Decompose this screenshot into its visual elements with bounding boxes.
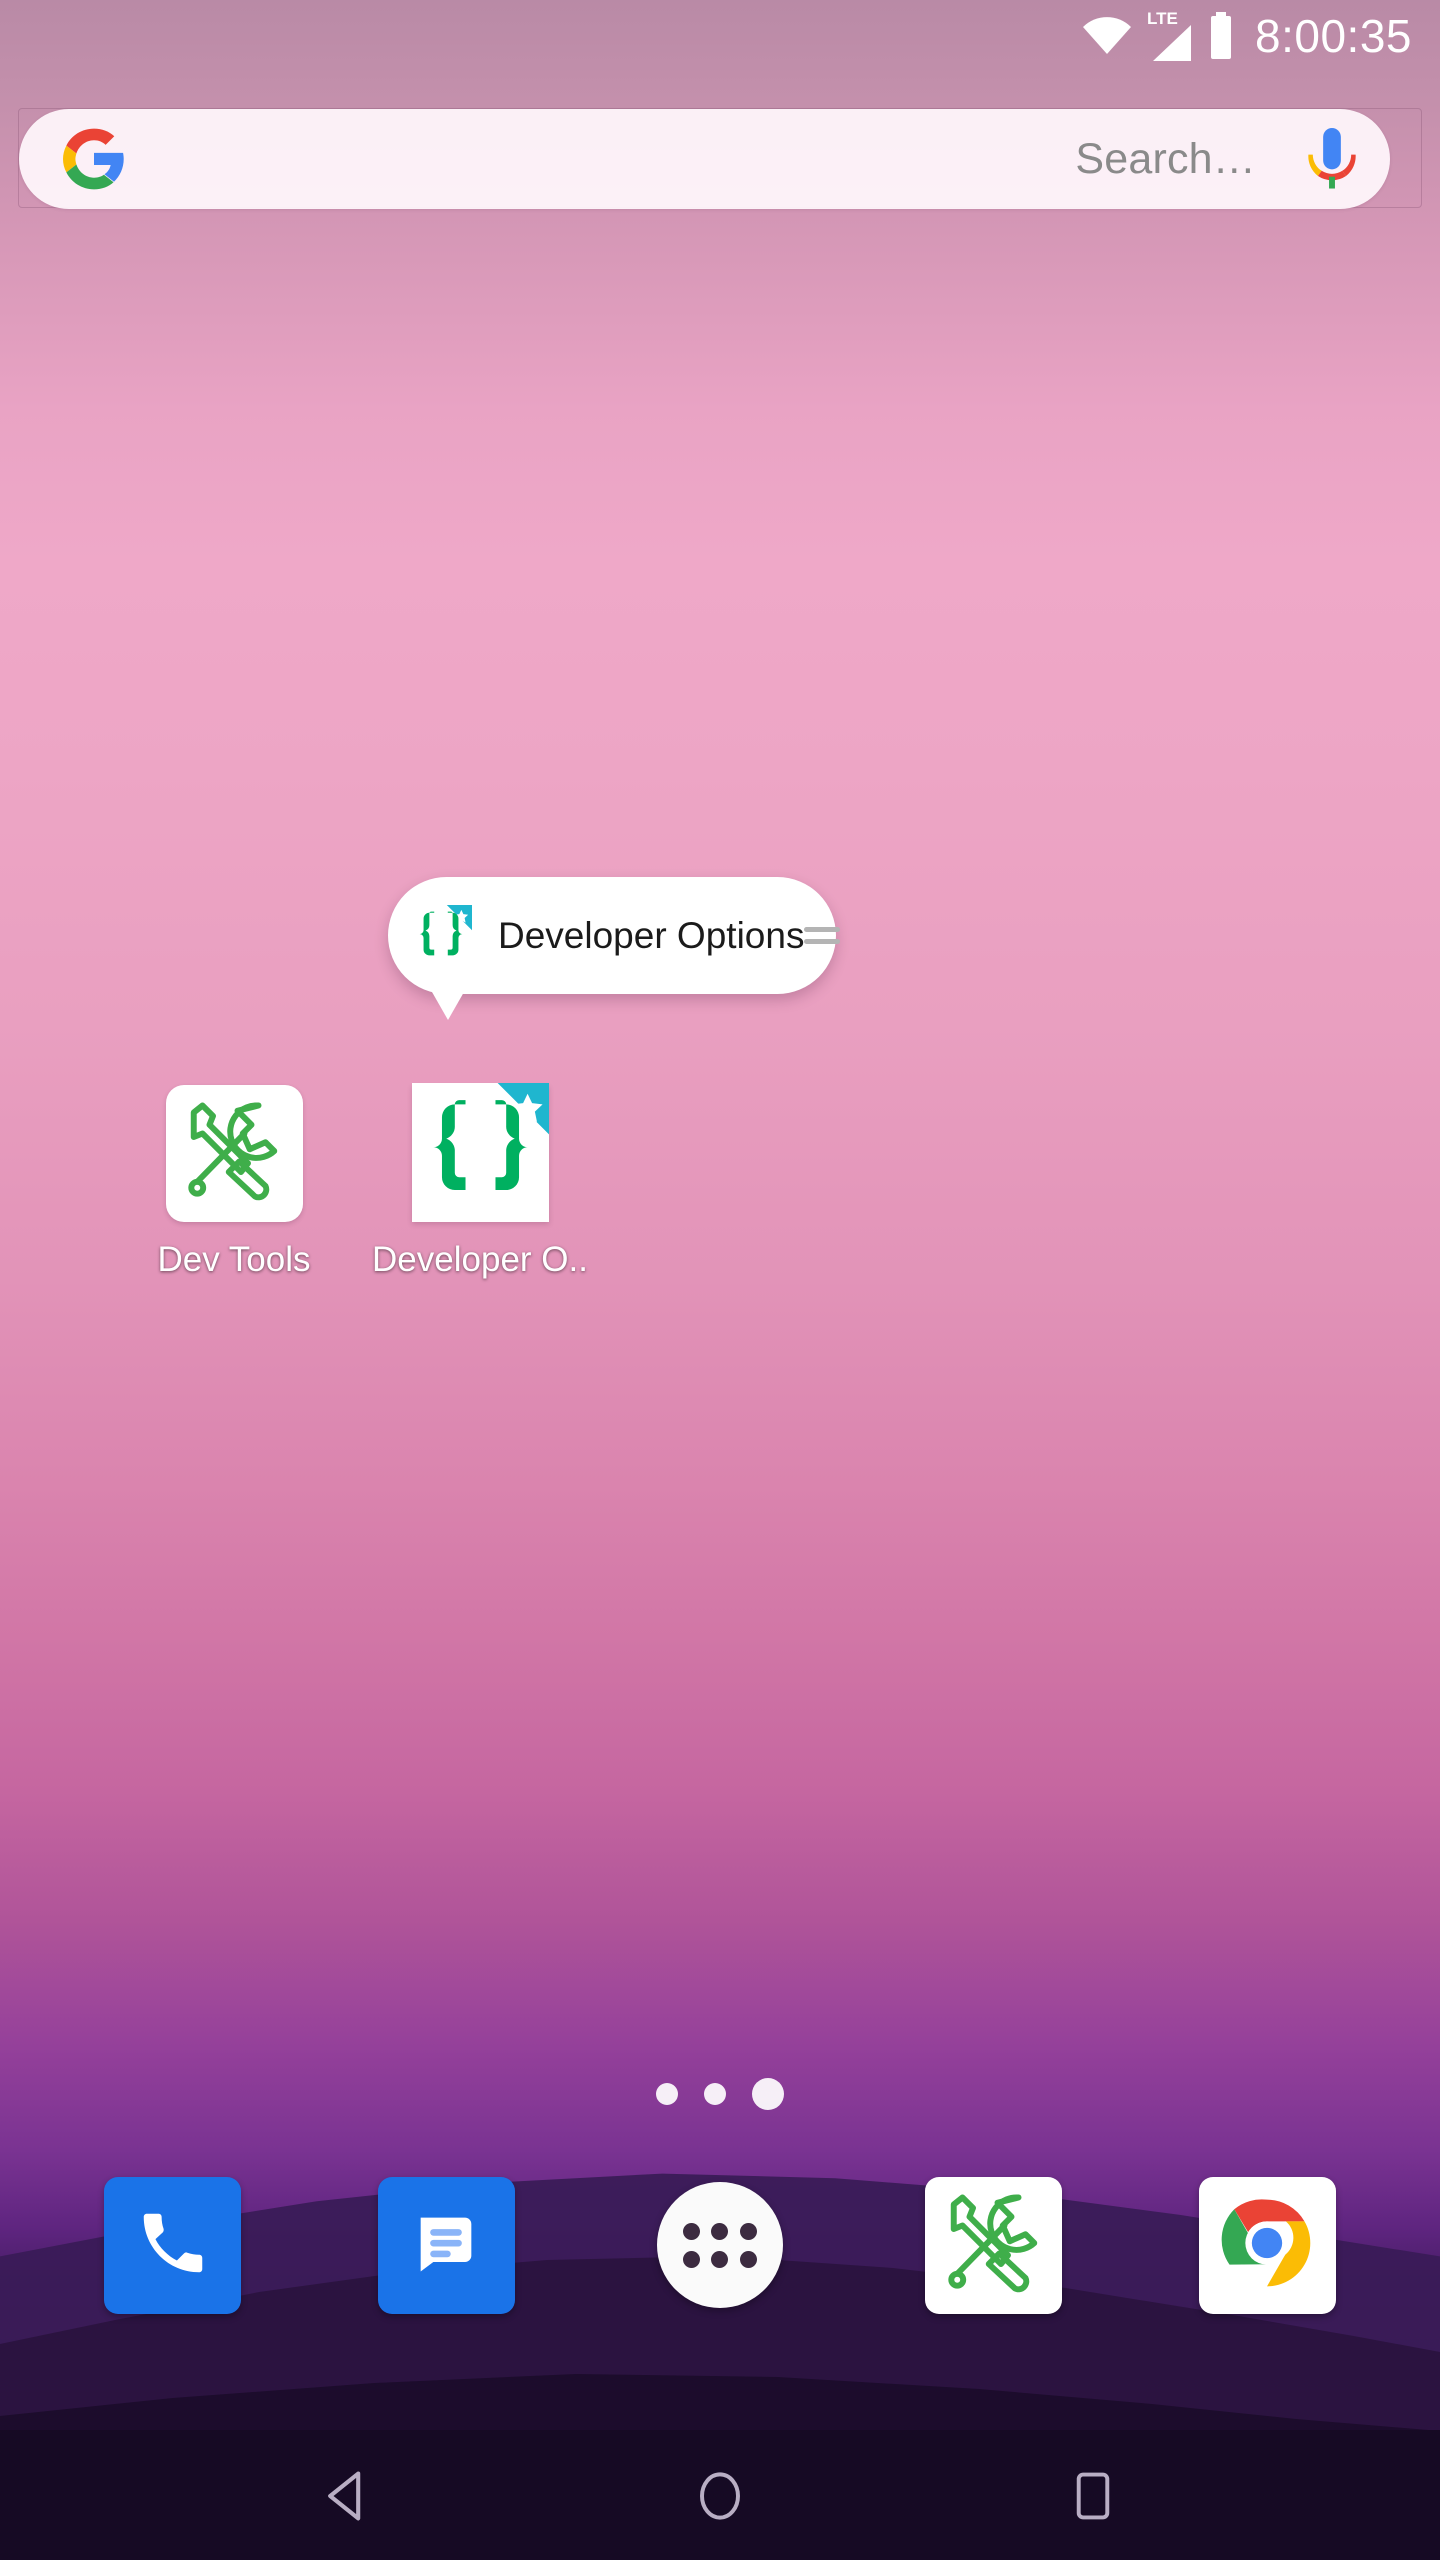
- search-input[interactable]: Search…: [19, 109, 1390, 209]
- dock: [0, 2155, 1440, 2335]
- wrench-screwdriver-icon: [178, 1095, 290, 1212]
- status-bar: LTE 8:00:35: [0, 0, 1440, 72]
- google-g-icon: [63, 128, 125, 190]
- status-bar-clock: 8:00:35: [1255, 10, 1412, 62]
- page-dot-3-active[interactable]: [752, 2078, 784, 2110]
- home-circle-icon[interactable]: [672, 2448, 768, 2544]
- chrome-icon: [1215, 2191, 1319, 2300]
- messages-icon: [408, 2205, 484, 2286]
- app-label: Developer O..: [372, 1240, 588, 1279]
- cell-signal-icon: LTE: [1147, 10, 1193, 63]
- recents-square-icon[interactable]: [1045, 2448, 1141, 2544]
- developer-options-braces-icon: [410, 904, 472, 967]
- app-tile[interactable]: [411, 1082, 549, 1225]
- app-label: Dev Tools: [157, 1240, 311, 1279]
- app-icon-developer-options[interactable]: Developer O..: [372, 1082, 588, 1280]
- battery-full-icon: [1207, 12, 1235, 60]
- back-triangle-icon[interactable]: [299, 2448, 395, 2544]
- app-tile[interactable]: [165, 1085, 303, 1222]
- page-indicator: [0, 2078, 1440, 2110]
- app-drawer-icon[interactable]: [656, 2182, 783, 2308]
- wifi-icon: [1081, 16, 1133, 56]
- dock-tile[interactable]: [1198, 2176, 1336, 2314]
- dock-item-messages[interactable]: [377, 2176, 515, 2314]
- drag-handle-icon[interactable]: [804, 927, 841, 944]
- phone-icon: [134, 2204, 212, 2287]
- page-dot-1[interactable]: [656, 2083, 678, 2105]
- dock-item-dev-tools[interactable]: [925, 2176, 1063, 2314]
- dock-tile[interactable]: [104, 2176, 242, 2314]
- developer-options-braces-icon: [411, 1082, 549, 1225]
- search-placeholder-text: Search…: [1075, 134, 1256, 183]
- dock-item-app-drawer[interactable]: [651, 2177, 788, 2314]
- google-search-widget[interactable]: Search…: [18, 108, 1422, 209]
- microphone-icon[interactable]: [1308, 128, 1356, 190]
- wrench-screwdriver-icon: [938, 2187, 1050, 2304]
- dock-item-chrome[interactable]: [1198, 2176, 1336, 2314]
- home-app-grid: Dev Tools Developer O..: [0, 1082, 1440, 1280]
- popup-app-label: Developer Options: [498, 914, 805, 956]
- dock-tile[interactable]: [377, 2176, 515, 2314]
- dock-tile[interactable]: [925, 2176, 1063, 2314]
- navigation-bar: [0, 2432, 1440, 2560]
- page-dot-2[interactable]: [704, 2083, 726, 2105]
- developer-options-popup[interactable]: Developer Options: [388, 877, 841, 1020]
- app-icon-dev-tools[interactable]: Dev Tools: [130, 1085, 338, 1280]
- dock-item-phone[interactable]: [104, 2176, 242, 2314]
